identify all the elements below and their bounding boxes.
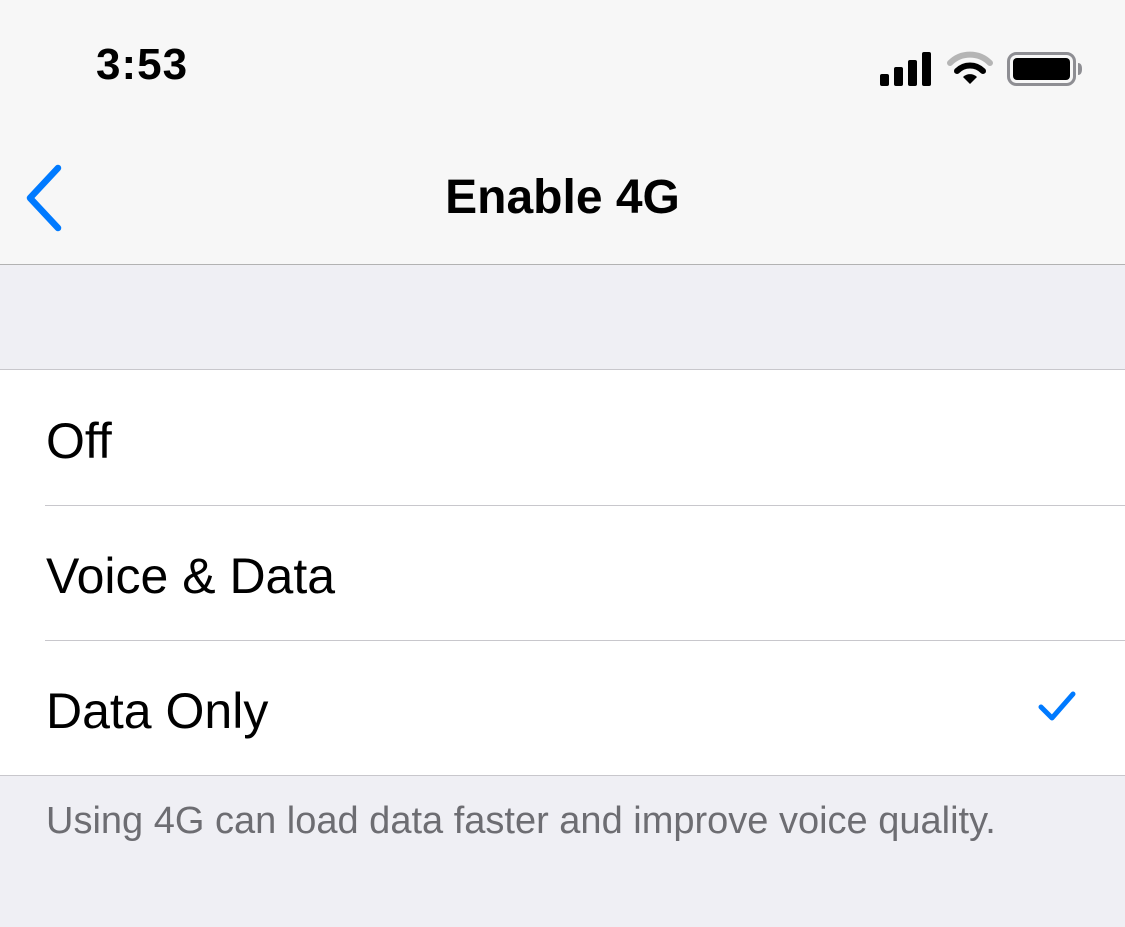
option-label: Voice & Data [46, 548, 336, 604]
option-off[interactable]: Off [0, 370, 1125, 505]
battery-icon [1007, 52, 1082, 86]
signal-icon [880, 52, 931, 86]
wifi-icon [947, 51, 993, 84]
status-time: 3:53 [96, 40, 189, 89]
option-label: Data Only [46, 683, 269, 739]
option-label: Off [46, 413, 112, 469]
option-data-only[interactable]: Data Only [0, 640, 1125, 775]
checkmark-icon [1038, 691, 1076, 721]
option-voice-and-data[interactable]: Voice & Data [0, 505, 1125, 640]
options-list: Off Voice & Data Data Only [0, 369, 1125, 776]
page-title: Enable 4G [445, 171, 680, 224]
footer-note: Using 4G can load data faster and improv… [46, 800, 996, 842]
status-bar: 3:53 [0, 0, 1125, 130]
navigation-bar: Enable 4G [0, 130, 1125, 265]
